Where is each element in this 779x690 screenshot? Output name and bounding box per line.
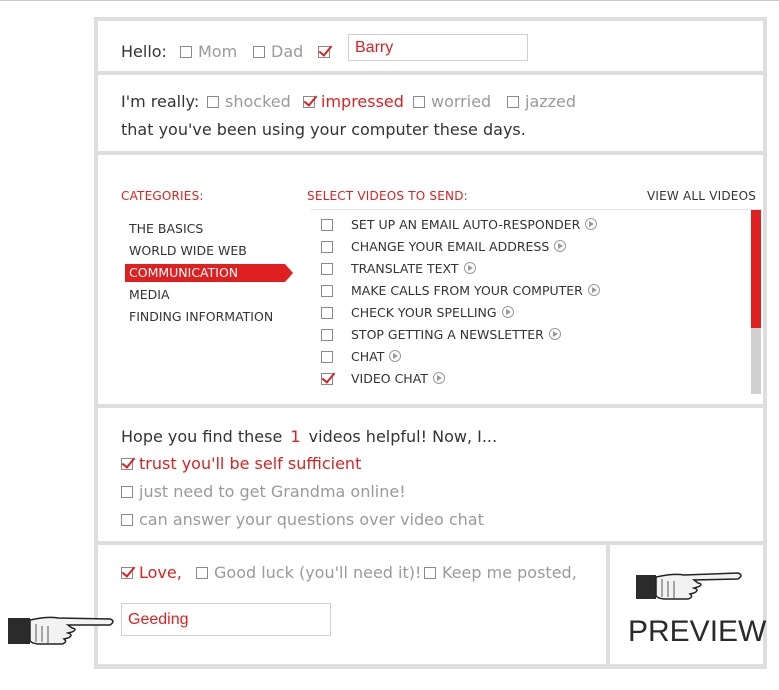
play-icon[interactable] [587, 284, 600, 296]
hello-option-mom[interactable]: Mom [180, 42, 237, 61]
outcome-option-grandma-online[interactable]: just need to get Grandma online! [121, 482, 406, 501]
checkbox-checked-icon[interactable] [303, 96, 315, 108]
feeling-sentence: that you've been using your computer the… [121, 120, 526, 139]
category-media[interactable]: MEDIA [125, 287, 170, 302]
checkbox-icon[interactable] [121, 486, 133, 498]
form-frame: Hello: Mom Dad I'm really: shocked impre… [94, 17, 767, 669]
checkbox-icon[interactable] [253, 46, 265, 58]
categories-heading: CATEGORIES: [121, 189, 204, 203]
preview-button[interactable]: PREVIEW [628, 615, 766, 649]
checkbox-icon[interactable] [424, 567, 436, 579]
hello-option-dad[interactable]: Dad [253, 42, 303, 61]
category-finding-information[interactable]: FINDING INFORMATION [125, 309, 273, 324]
checkbox-icon[interactable] [321, 329, 333, 341]
outcome-panel: Hope you find these 1 videos helpful! No… [98, 408, 763, 541]
videos-panel: CATEGORIES: SELECT VIDEOS TO SEND: VIEW … [98, 155, 763, 404]
checkbox-icon[interactable] [196, 567, 208, 579]
feeling-option-jazzed[interactable]: jazzed [507, 92, 576, 111]
outcome-option-self-sufficient[interactable]: trust you'll be self sufficient [121, 454, 361, 473]
select-videos-heading: SELECT VIDEOS TO SEND: [307, 189, 468, 203]
play-icon[interactable] [585, 218, 598, 230]
checkbox-icon[interactable] [321, 263, 333, 275]
signoff-option-good-luck[interactable]: Good luck (you'll need it)! [196, 563, 421, 582]
hello-label: Hello: [121, 42, 167, 61]
category-world-wide-web[interactable]: WORLD WIDE WEB [125, 243, 247, 258]
play-icon[interactable] [389, 350, 402, 362]
checkbox-checked-icon[interactable] [121, 458, 133, 470]
feeling-option-shocked[interactable]: shocked [207, 92, 291, 111]
play-icon[interactable] [501, 306, 514, 318]
checkbox-icon[interactable] [413, 96, 425, 108]
checkbox-checked-icon[interactable] [318, 46, 330, 58]
category-the-basics[interactable]: THE BASICS [125, 221, 203, 236]
video-list[interactable]: SET UP AN EMAIL AUTO-RESPONDER CHANGE YO… [311, 209, 762, 394]
video-count: 1 [290, 427, 301, 446]
play-icon[interactable] [554, 240, 567, 252]
checkbox-icon[interactable] [321, 351, 333, 363]
feeling-panel: I'm really: shocked impressed worried ja… [98, 75, 763, 151]
checkbox-icon[interactable] [207, 96, 219, 108]
checkbox-icon[interactable] [180, 46, 192, 58]
pointing-hand-icon [636, 572, 742, 600]
hello-option-custom[interactable] [318, 42, 336, 61]
checkbox-checked-icon[interactable] [321, 373, 333, 385]
outcome-sentence: Hope you find these 1 videos helpful! No… [121, 427, 498, 446]
checkbox-icon[interactable] [321, 219, 333, 231]
feeling-label: I'm really: [121, 92, 200, 111]
signoff-option-keep-posted[interactable]: Keep me posted, [424, 563, 577, 582]
feeling-option-worried[interactable]: worried [413, 92, 491, 111]
checkbox-checked-icon[interactable] [121, 567, 133, 579]
hello-panel: Hello: Mom Dad [98, 21, 763, 71]
play-icon[interactable] [432, 372, 445, 384]
hello-name-input[interactable] [348, 34, 528, 61]
pointing-hand-icon [8, 616, 114, 645]
video-list-scrollbar-thumb[interactable] [751, 210, 761, 328]
preview-panel[interactable]: PREVIEW [610, 545, 766, 664]
checkbox-icon[interactable] [321, 307, 333, 319]
checkbox-icon[interactable] [321, 241, 333, 253]
checkbox-icon[interactable] [121, 514, 133, 526]
signoff-name-input[interactable] [121, 603, 331, 636]
play-icon[interactable] [463, 262, 476, 274]
category-communication[interactable]: COMMUNICATION [125, 264, 293, 282]
outcome-option-video-chat[interactable]: can answer your questions over video cha… [121, 510, 484, 529]
checkbox-icon[interactable] [507, 96, 519, 108]
signoff-option-love[interactable]: Love, [121, 563, 182, 582]
top-divider [0, 0, 779, 1]
signoff-panel: Love, Good luck (you'll need it)! Keep m… [98, 545, 606, 664]
checkbox-icon[interactable] [321, 285, 333, 297]
view-all-videos-link[interactable]: VIEW ALL VIDEOS [647, 189, 756, 203]
feeling-option-impressed[interactable]: impressed [303, 92, 404, 111]
play-icon[interactable] [548, 328, 561, 340]
